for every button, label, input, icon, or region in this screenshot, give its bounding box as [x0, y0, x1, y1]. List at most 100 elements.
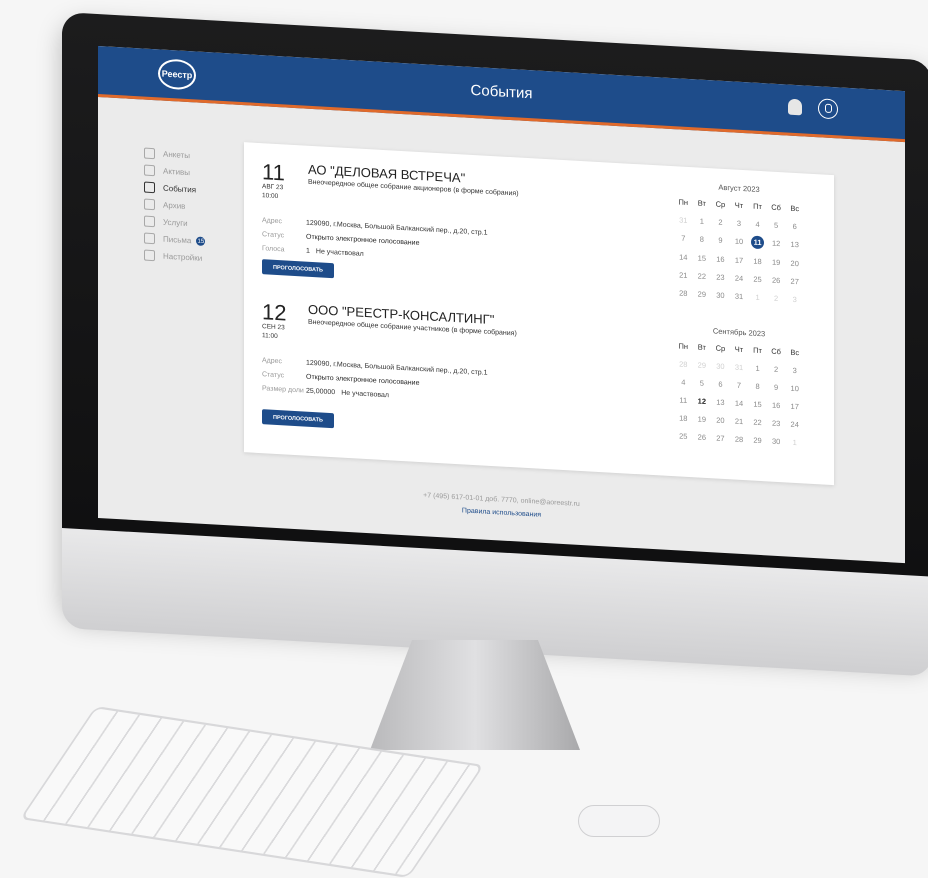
calendar-day[interactable]: 23 [767, 418, 786, 429]
calendar-day[interactable]: 1 [693, 216, 712, 227]
calendar-day[interactable]: 28 [730, 434, 749, 445]
calendar-day[interactable]: 2 [711, 217, 730, 228]
calendar-day[interactable]: 1 [748, 292, 767, 303]
calendar-day[interactable]: 27 [785, 276, 804, 287]
bell-icon[interactable] [788, 98, 802, 116]
calendar-day[interactable]: 6 [785, 221, 804, 232]
calendar-day[interactable]: 18 [748, 256, 767, 267]
calendar-day[interactable]: 24 [785, 419, 804, 430]
calendar-day[interactable]: 24 [730, 273, 749, 284]
calendar-day[interactable]: 9 [711, 235, 730, 246]
event-item: 12 СЕН 23 11:00 ООО "РЕЕСТР-КОНСАЛТИНГ" … [262, 299, 682, 429]
calendar-day[interactable]: 18 [674, 413, 693, 424]
calendar-day[interactable]: 23 [711, 272, 730, 283]
weekday-header: Ср [715, 343, 726, 354]
calendar-day[interactable]: 14 [730, 398, 749, 409]
calendar-day[interactable]: 3 [730, 218, 749, 229]
calendar-day[interactable]: 31 [730, 362, 749, 373]
calendar-day[interactable]: 3 [785, 365, 804, 376]
calendar-day[interactable]: 29 [693, 360, 712, 371]
weekday-header: Пн [678, 341, 689, 351]
calendar-day[interactable]: 6 [711, 379, 730, 390]
weekday-header: Вс [790, 347, 800, 358]
calendar-day[interactable]: 30 [711, 290, 730, 301]
vote-button[interactable]: ПРОГОЛОСОВАТЬ [262, 259, 334, 279]
calendar-day[interactable]: 12 [693, 396, 712, 407]
calendar-day[interactable]: 29 [748, 435, 767, 446]
calendar-day[interactable]: 19 [767, 257, 786, 268]
calendar-day[interactable]: 28 [674, 288, 693, 299]
calendar-day[interactable]: 13 [785, 239, 804, 250]
field-label: Статус [262, 231, 285, 240]
calendar-day[interactable]: 7 [730, 380, 749, 391]
calendar-day[interactable]: 1 [748, 363, 767, 374]
calendar-day[interactable]: 1 [785, 437, 804, 448]
sidebar-item-nastroyki[interactable]: Настройки [144, 247, 234, 269]
calendar-day[interactable]: 4 [748, 219, 767, 230]
calendar-day[interactable]: 25 [748, 274, 767, 285]
event-status-row: Статус Открыто электронное голосование [262, 371, 419, 387]
event-item: 11 АВГ 23 10:00 АО "ДЕЛОВАЯ ВСТРЕЧА" Вне… [262, 159, 682, 279]
calendar-day[interactable]: 27 [711, 433, 730, 444]
calendar-day[interactable]: 21 [730, 416, 749, 427]
calendar-day[interactable]: 8 [693, 234, 712, 245]
desktop-scene: Реестр События Анкеты Активы События Арх… [0, 0, 928, 878]
calendar-day[interactable]: 17 [785, 401, 804, 412]
calendar-day[interactable]: 4 [674, 377, 693, 388]
calendar-day[interactable]: 28 [674, 359, 693, 370]
calendar-day[interactable]: 17 [730, 255, 749, 266]
calendar-day[interactable]: 8 [748, 381, 767, 392]
event-status-row: Статус Открыто электронное голосование [262, 231, 419, 247]
user-icon[interactable] [818, 98, 838, 120]
vote-button[interactable]: ПРОГОЛОСОВАТЬ [262, 409, 334, 429]
mail-icon [144, 232, 155, 245]
calendar-day[interactable]: 5 [693, 378, 712, 389]
calendar-day[interactable]: 16 [767, 400, 786, 411]
calendar-day[interactable]: 26 [693, 432, 712, 443]
calendar-day[interactable]: 13 [711, 397, 730, 408]
calendar-day[interactable]: 3 [785, 294, 804, 305]
calendar-september: Сентябрь 2023 Пн Вт Ср Чт Пт Сб Вс 28 29 30 31 1 2 3 4… [674, 324, 804, 448]
calendar-day[interactable]: 20 [711, 415, 730, 426]
calendar-title: Август 2023 [718, 182, 760, 194]
calendar-day[interactable]: 2 [767, 293, 786, 304]
calendar-day[interactable]: 10 [730, 236, 749, 247]
sidebar: Анкеты Активы События Архив Услуги Письм… [144, 145, 234, 269]
calendar-day[interactable]: 19 [693, 414, 712, 425]
calendar-day[interactable]: 29 [693, 289, 712, 300]
weekday-header: Чт [734, 200, 744, 211]
calendar-day[interactable]: 26 [767, 275, 786, 286]
calendar-day[interactable]: 30 [711, 361, 730, 372]
event-month: СЕН 23 [262, 323, 285, 332]
calendar-day[interactable]: 9 [767, 382, 786, 393]
gear-icon [144, 249, 155, 262]
field-label: Адрес [262, 357, 283, 366]
calendar-day[interactable]: 21 [674, 270, 693, 281]
calendar-day[interactable]: 16 [711, 254, 730, 265]
calendar-day[interactable]: 2 [767, 364, 786, 375]
calendar-day[interactable]: 5 [767, 220, 786, 231]
calendar-day[interactable]: 11 [674, 395, 693, 406]
calendar-day[interactable]: 30 [767, 436, 786, 447]
coins-icon [144, 164, 155, 177]
calendar-day[interactable]: 31 [674, 215, 693, 226]
calendar-day[interactable]: 15 [693, 253, 712, 264]
calendar-day[interactable]: 22 [748, 417, 767, 428]
calendar-title: Сентябрь 2023 [712, 326, 766, 339]
field-value: Открыто электронное голосование [306, 373, 420, 387]
calendar-day[interactable]: 22 [693, 271, 712, 282]
field-value: 25,00000 [306, 387, 336, 397]
calendar-day[interactable]: 7 [674, 233, 693, 244]
calendar-day-selected[interactable]: 11 [751, 235, 765, 250]
field-value: Открыто электронное голосование [306, 233, 420, 247]
calendar-day[interactable]: 25 [674, 431, 693, 442]
calendar-day[interactable]: 10 [785, 383, 804, 394]
weekday-header: Вт [697, 198, 706, 208]
calendar-day[interactable]: 14 [674, 252, 693, 263]
calendar-day[interactable]: 20 [785, 258, 804, 269]
calendar-day[interactable]: 31 [730, 291, 749, 302]
weekday-header: Вт [697, 342, 706, 352]
calendar-day[interactable]: 12 [767, 238, 786, 249]
services-icon [144, 215, 155, 228]
calendar-day[interactable]: 15 [748, 399, 767, 410]
